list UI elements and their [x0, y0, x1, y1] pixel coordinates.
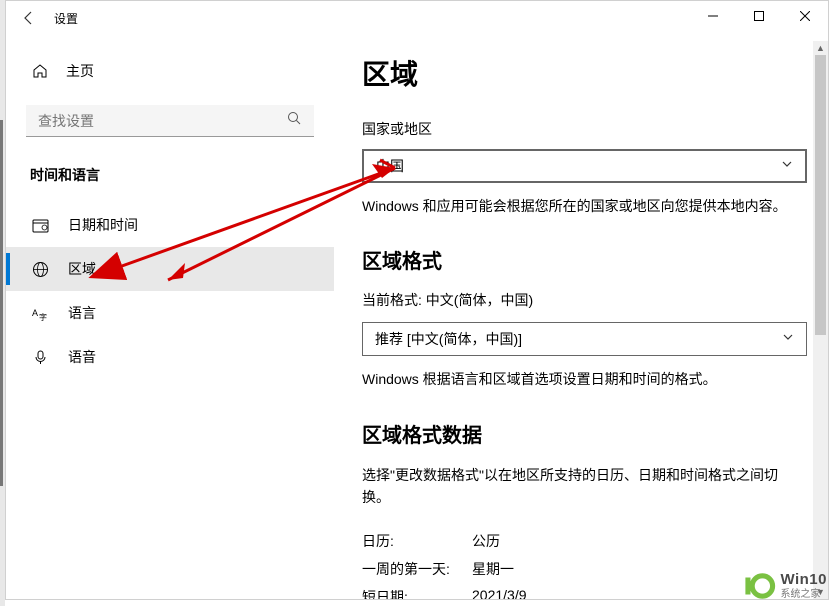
- maximize-button[interactable]: [736, 1, 782, 31]
- clock-icon: [30, 217, 50, 234]
- sidebar-home-label: 主页: [66, 61, 94, 81]
- sidebar: 主页 时间和语言 日期和时间 区域 A字 语言 语音: [6, 35, 334, 599]
- home-icon: [30, 63, 50, 79]
- watermark-logo-icon: [742, 569, 776, 603]
- format-value: 推荐 [中文(简体，中国)]: [375, 329, 522, 349]
- content-area: 区域 国家或地区 中国 Windows 和应用可能会根据您所在的国家或地区向您提…: [334, 35, 828, 599]
- data-row: 短日期:2021/3/9: [362, 583, 800, 599]
- sidebar-item-speech[interactable]: 语音: [6, 335, 334, 379]
- sidebar-item-label: 语音: [68, 347, 96, 367]
- sidebar-home[interactable]: 主页: [6, 53, 334, 89]
- data-row-label: 日历:: [362, 531, 472, 551]
- svg-text:A: A: [32, 308, 38, 318]
- data-row-value: 星期一: [472, 559, 514, 579]
- format-data-rows: 日历:公历 一周的第一天:星期一 短日期:2021/3/9 长日期:2021年3…: [362, 527, 800, 599]
- format-data-title: 区域格式数据: [362, 419, 800, 448]
- globe-icon: [30, 261, 50, 278]
- country-label: 国家或地区: [362, 119, 800, 139]
- data-row: 一周的第一天:星期一: [362, 555, 800, 583]
- current-format: 当前格式: 中文(简体，中国): [362, 290, 800, 310]
- sidebar-item-label: 日期和时间: [68, 215, 138, 235]
- language-icon: A字: [30, 305, 50, 322]
- sidebar-item-label: 区域: [68, 259, 96, 279]
- microphone-icon: [30, 349, 50, 366]
- settings-window: 设置 主页 时间和语言 日期和时间 区域: [5, 0, 829, 600]
- sidebar-category: 时间和语言: [30, 165, 334, 185]
- data-row-value: 公历: [472, 531, 500, 551]
- format-dropdown[interactable]: 推荐 [中文(简体，中国)]: [362, 322, 807, 356]
- page-title: 区域: [362, 53, 800, 93]
- data-row: 日历:公历: [362, 527, 800, 555]
- watermark-line2: 系统之家: [780, 589, 827, 600]
- svg-text:字: 字: [39, 312, 47, 322]
- country-help-text: Windows 和应用可能会根据您所在的国家或地区向您提供本地内容。: [362, 195, 800, 217]
- scroll-up-icon[interactable]: ▲: [813, 41, 828, 55]
- sidebar-item-datetime[interactable]: 日期和时间: [6, 203, 334, 247]
- data-row-label: 一周的第一天:: [362, 559, 472, 579]
- watermark-line1: Win10: [780, 572, 827, 589]
- minimize-button[interactable]: [690, 1, 736, 31]
- titlebar: 设置: [6, 1, 828, 35]
- format-data-help: 选择"更改数据格式"以在地区所支持的日历、日期和时间格式之间切换。: [362, 464, 800, 509]
- window-controls: [690, 1, 828, 31]
- format-section-title: 区域格式: [362, 245, 800, 274]
- scrollbar[interactable]: ▲ ▼: [813, 41, 828, 599]
- sidebar-item-label: 语言: [68, 303, 96, 323]
- sidebar-item-region[interactable]: 区域: [6, 247, 334, 291]
- country-dropdown[interactable]: 中国: [362, 149, 807, 183]
- watermark: Win10 系统之家: [742, 569, 827, 603]
- data-row-value: 2021/3/9: [472, 587, 527, 599]
- scrollbar-thumb[interactable]: [815, 55, 826, 335]
- search-input[interactable]: [26, 105, 314, 137]
- search-icon: [287, 111, 302, 131]
- sidebar-item-language[interactable]: A字 语言: [6, 291, 334, 335]
- format-help-text: Windows 根据语言和区域首选项设置日期和时间的格式。: [362, 368, 800, 390]
- chevron-down-icon: [781, 157, 793, 175]
- window-title: 设置: [54, 10, 78, 27]
- country-value: 中国: [376, 156, 404, 176]
- back-button[interactable]: [12, 1, 46, 35]
- data-row-label: 短日期:: [362, 587, 472, 599]
- chevron-down-icon: [782, 330, 794, 348]
- close-button[interactable]: [782, 1, 828, 31]
